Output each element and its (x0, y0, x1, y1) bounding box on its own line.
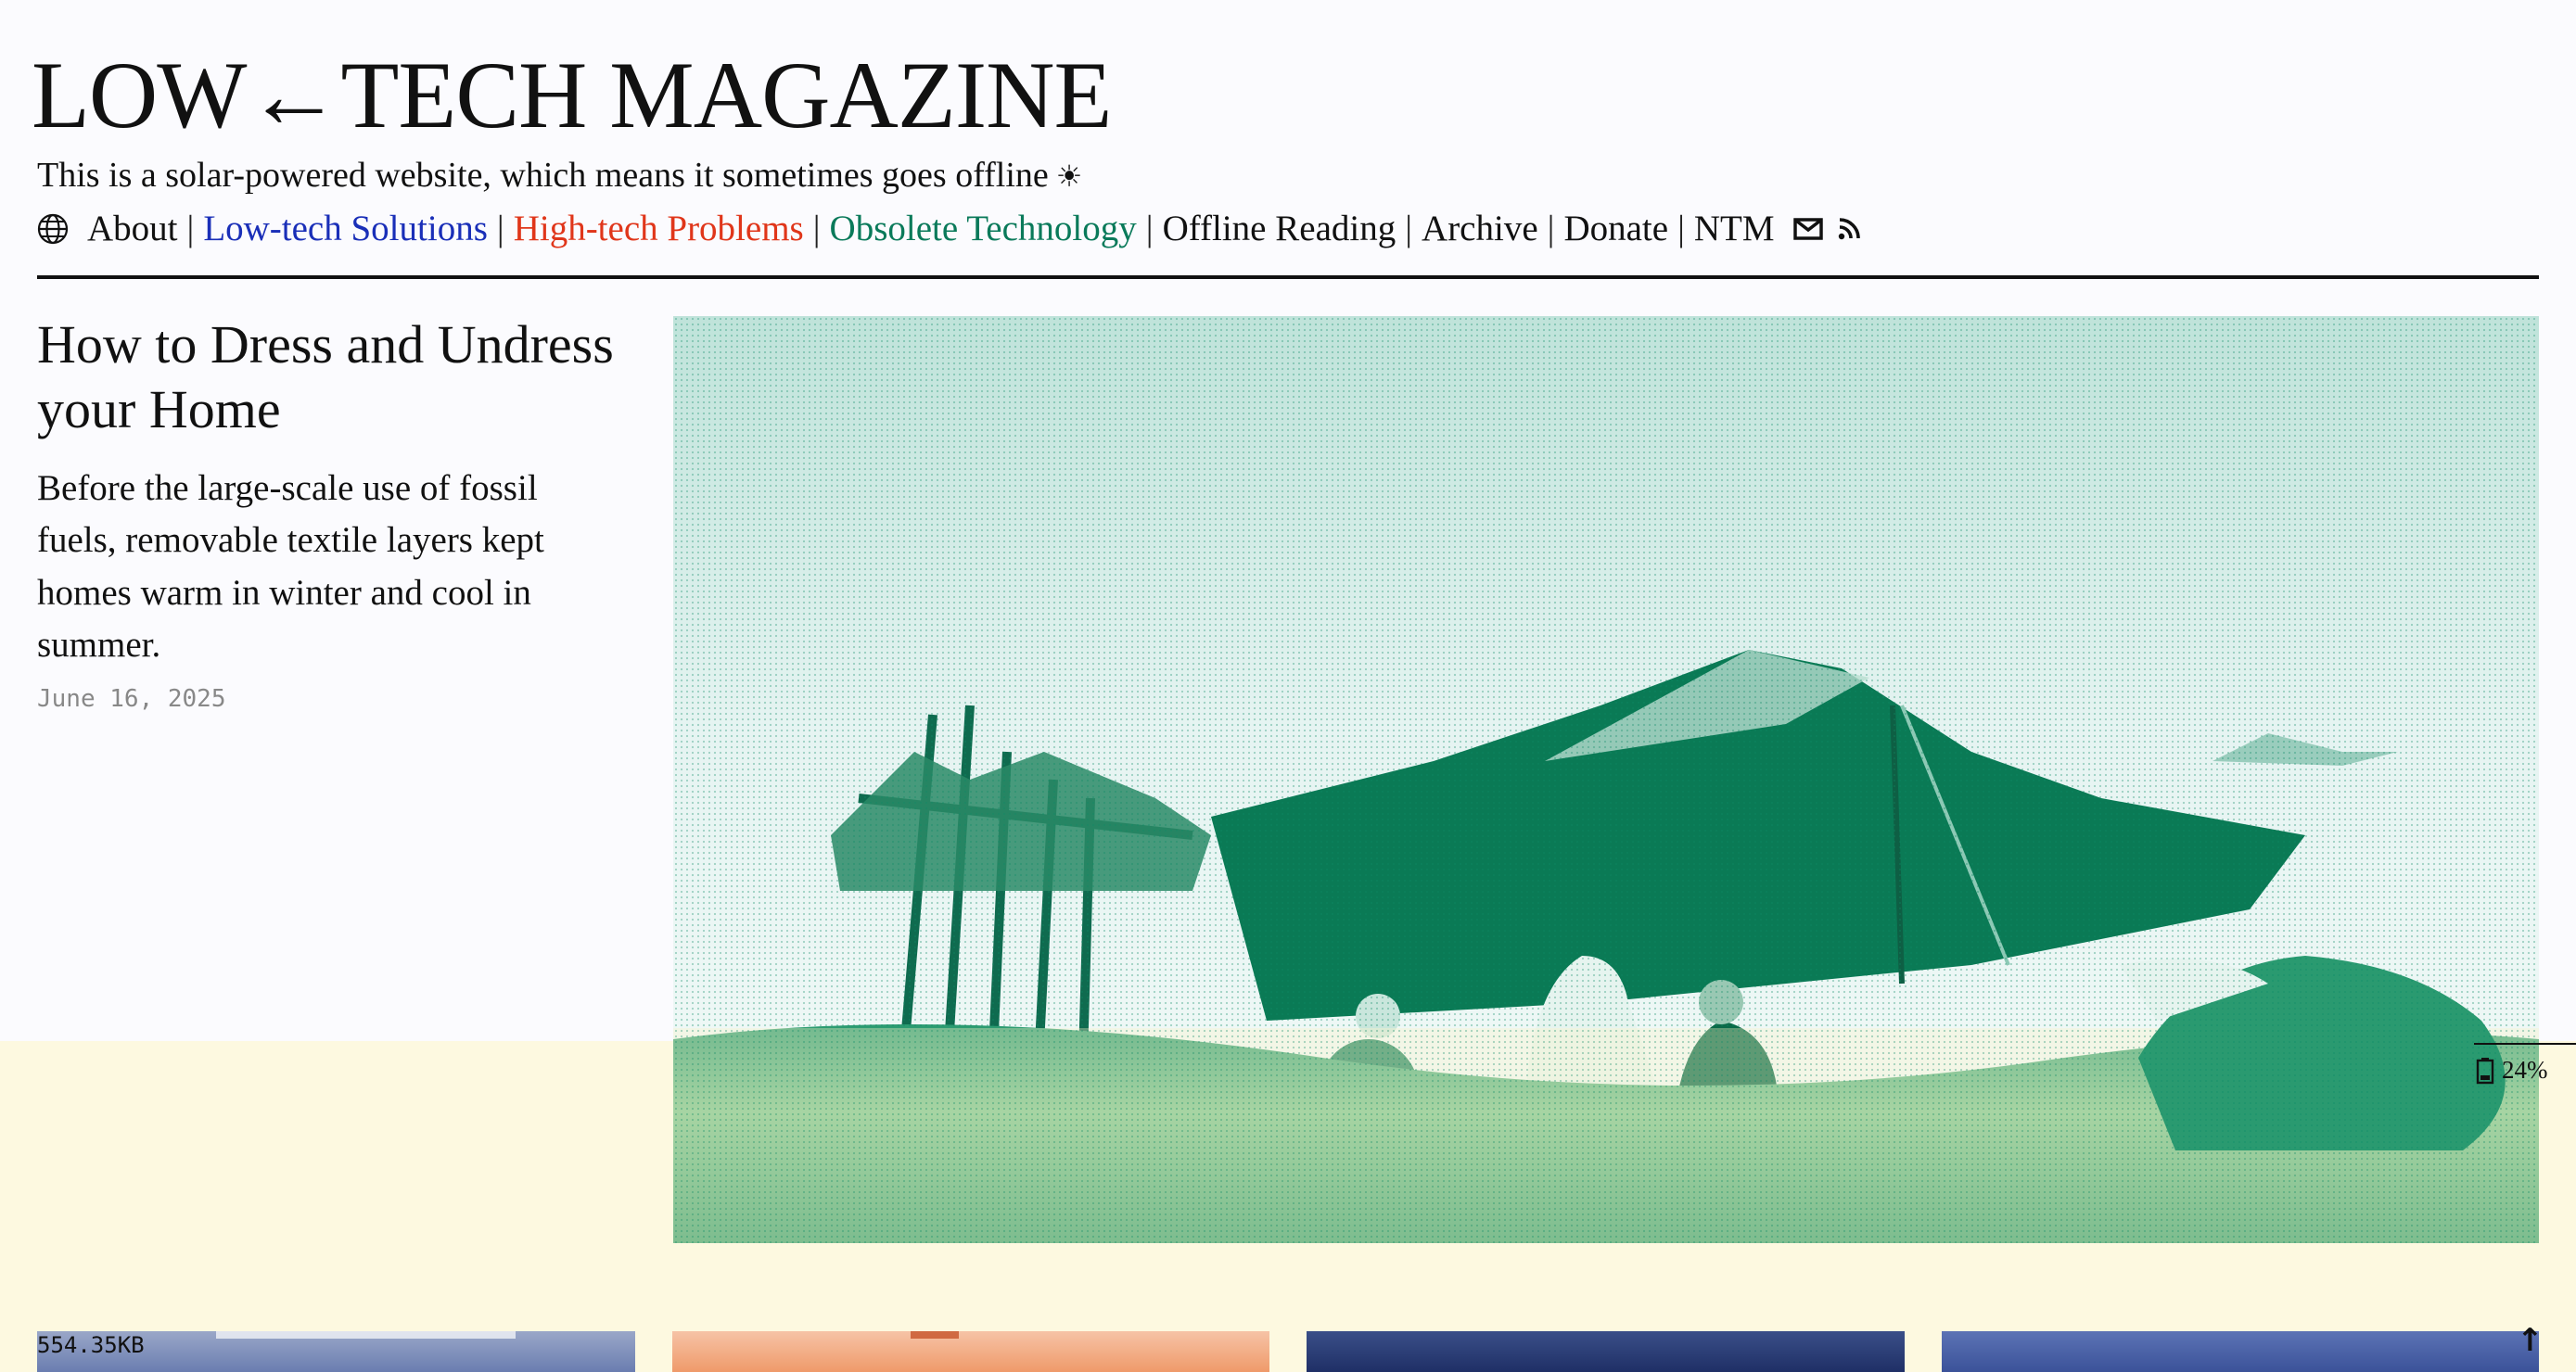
nav-donate[interactable]: Donate (1563, 207, 1668, 252)
nav-separator: | (1677, 208, 1685, 248)
article-title[interactable]: How to Dress and Undress your Home (37, 312, 636, 441)
site-tagline: This is a solar-powered website, which m… (37, 155, 2539, 197)
page-size-label: 554.35KB (37, 1332, 145, 1358)
nav-separator: | (1547, 208, 1555, 248)
featured-article-text: How to Dress and Undress your Home Befor… (37, 314, 636, 1243)
nav-separator: | (186, 208, 195, 248)
article-date: June 16, 2025 (37, 684, 226, 713)
tent-scene-illustration (673, 316, 2539, 1244)
article-thumbnail[interactable] (1941, 1331, 2539, 1372)
nav-separator: | (1405, 208, 1413, 248)
featured-article-image[interactable] (673, 316, 2539, 1244)
header-divider (37, 275, 2539, 280)
main-nav: About | Low-tech Solutions | High-tech P… (37, 207, 2539, 252)
nav-ntm[interactable]: NTM (1694, 207, 1775, 252)
sun-icon: ☀ (1055, 159, 1083, 194)
mail-link[interactable] (1792, 218, 1823, 240)
nav-obsolete-technology[interactable]: Obsolete Technology (830, 207, 1137, 252)
article-excerpt: Before the large-scale use of fossil fue… (37, 467, 544, 666)
featured-article: How to Dress and Undress your Home Befor… (37, 314, 2539, 1244)
article-thumbnail[interactable] (1307, 1331, 1905, 1372)
page-container: LOW←TECH MAGAZINE This is a solar-powere… (32, 48, 2539, 1244)
article-thumbnail[interactable] (671, 1331, 1269, 1372)
nav-offline-reading[interactable]: Offline Reading (1163, 207, 1396, 252)
article-thumbnails (37, 1331, 2539, 1372)
back-to-top-arrow-icon[interactable]: ↑ (2517, 1322, 2544, 1359)
rss-link[interactable] (1838, 218, 1860, 240)
globe-icon[interactable] (37, 213, 69, 245)
battery-level: 24% (2502, 1056, 2548, 1084)
nav-separator: | (496, 208, 504, 248)
battery-icon (2476, 1057, 2494, 1084)
nav-about[interactable]: About (87, 207, 178, 252)
nav-low-tech-solutions[interactable]: Low-tech Solutions (203, 207, 488, 252)
battery-indicator: 24% (2474, 1043, 2576, 1085)
rss-icon (1838, 218, 1860, 240)
nav-high-tech-problems[interactable]: High-tech Problems (514, 207, 804, 252)
nav-separator: | (812, 208, 821, 248)
site-title[interactable]: LOW←TECH MAGAZINE (32, 48, 2539, 144)
nav-separator: | (1145, 208, 1154, 248)
nav-archive[interactable]: Archive (1422, 207, 1538, 252)
mail-icon (1792, 218, 1823, 240)
tagline-text: This is a solar-powered website, which m… (37, 156, 1049, 195)
